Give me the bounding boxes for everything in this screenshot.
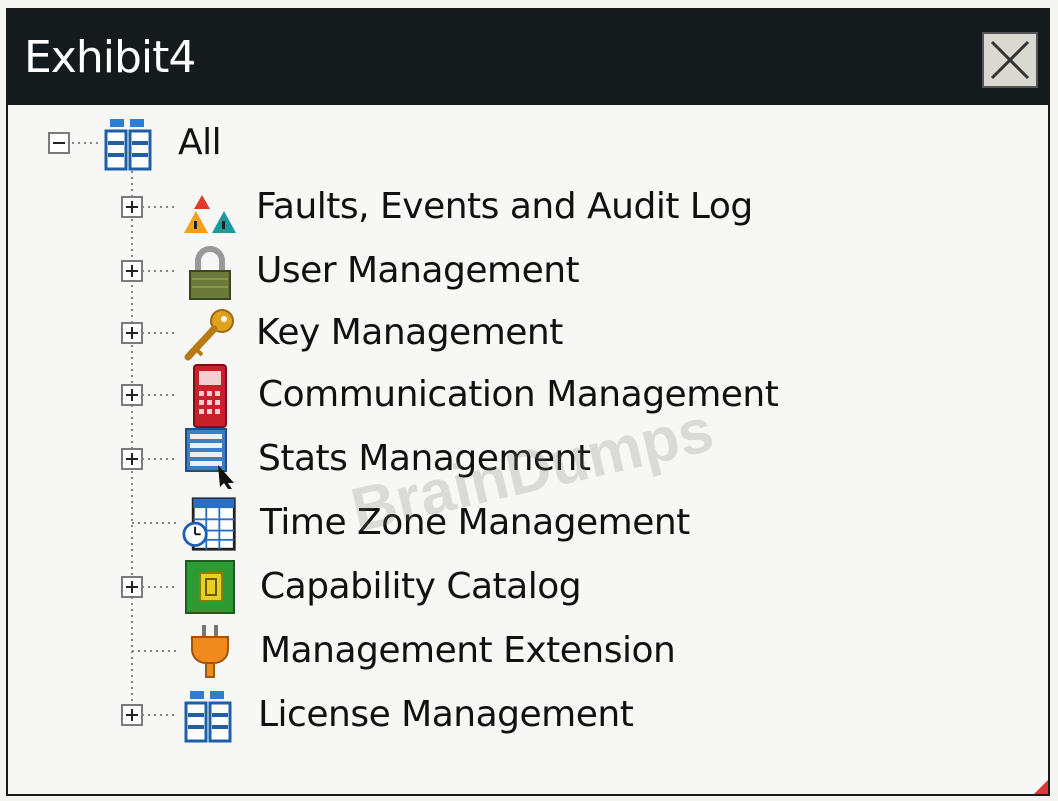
expand-toggle[interactable] bbox=[121, 448, 143, 470]
tree-item-capability-catalog[interactable]: Capability Catalog bbox=[8, 559, 708, 615]
tree-item-label: License Management bbox=[258, 694, 634, 735]
expand-toggle[interactable] bbox=[121, 384, 143, 406]
server-icon bbox=[184, 691, 232, 743]
window-title: Exhibit4 bbox=[24, 32, 196, 83]
catalog-icon bbox=[185, 560, 235, 614]
resize-grip[interactable] bbox=[1034, 780, 1048, 794]
warning-triangles-icon bbox=[184, 195, 236, 233]
tree-root-all[interactable]: All bbox=[8, 115, 408, 171]
tree-item-label: User Management bbox=[256, 250, 580, 291]
close-button[interactable] bbox=[982, 32, 1038, 88]
tree-item-label: Capability Catalog bbox=[260, 566, 582, 607]
tree-item-label: Faults, Events and Audit Log bbox=[256, 186, 753, 227]
expand-toggle[interactable] bbox=[121, 704, 143, 726]
settings-tree: All Faults, Events and Audit Log User Ma… bbox=[8, 105, 1048, 794]
plug-icon bbox=[191, 625, 229, 678]
tree-item-management-extension[interactable]: Management Extension bbox=[8, 623, 808, 679]
server-icon bbox=[104, 119, 152, 171]
phone-icon bbox=[193, 364, 227, 428]
expand-toggle[interactable] bbox=[121, 260, 143, 282]
stats-icon bbox=[185, 428, 234, 489]
title-bar[interactable]: Exhibit4 bbox=[8, 10, 1048, 105]
tree-item-key-management[interactable]: Key Management bbox=[8, 305, 708, 361]
tree-item-label: Key Management bbox=[256, 312, 563, 353]
expand-toggle[interactable] bbox=[121, 576, 143, 598]
lock-icon bbox=[189, 246, 231, 300]
tree-item-faults-events-audit-log[interactable]: Faults, Events and Audit Log bbox=[8, 179, 908, 235]
calendar-clock-icon bbox=[182, 497, 236, 551]
tree-item-communication-management[interactable]: Communication Management bbox=[8, 364, 908, 428]
key-icon bbox=[184, 309, 234, 361]
tree-item-label: Management Extension bbox=[260, 630, 676, 671]
exhibit-window: Exhibit4 All Faults, Events and Audit Lo… bbox=[6, 8, 1050, 796]
tree-item-user-management[interactable]: User Management bbox=[8, 243, 708, 300]
collapse-toggle[interactable] bbox=[48, 132, 70, 154]
tree-item-license-management[interactable]: License Management bbox=[8, 687, 708, 743]
close-icon bbox=[990, 40, 1030, 80]
expand-toggle[interactable] bbox=[121, 322, 143, 344]
expand-toggle[interactable] bbox=[121, 196, 143, 218]
tree-root-label: All bbox=[178, 122, 222, 163]
